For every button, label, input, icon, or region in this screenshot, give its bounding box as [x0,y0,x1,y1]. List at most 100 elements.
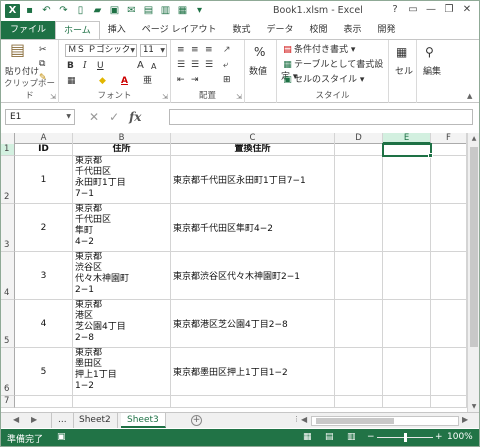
ribbon-display-icon[interactable]: ▭ [405,3,421,17]
italic-button[interactable]: I [83,60,87,72]
print-preview-icon[interactable]: ▣ [107,4,122,18]
cell-e2[interactable] [383,156,431,204]
tab-insert[interactable]: 挿入 [100,21,134,39]
tab-split-icon[interactable]: ⋮ [293,415,300,423]
picture-icon[interactable]: ▦ [175,4,190,18]
fill-handle[interactable] [428,153,433,158]
customize-qat-icon[interactable]: ▾ [192,4,207,18]
shrink-font-button[interactable]: A [151,61,156,73]
phonetic-icon[interactable]: 亜 [143,75,152,87]
cell-f4[interactable] [431,252,467,300]
tab-home[interactable]: ホーム [55,21,100,39]
cell-d1[interactable] [335,144,383,156]
cell-f2[interactable] [431,156,467,204]
clipboard-launcher-icon[interactable]: ⇲ [50,93,56,101]
underline-button[interactable]: U [97,60,104,72]
row-header-4[interactable]: 4 [1,252,15,300]
cell-b6[interactable]: 東京都 墨田区 押上1丁目 1−2 [73,348,171,396]
cell-e6[interactable] [383,348,431,396]
cell-f3[interactable] [431,204,467,252]
font-size-select[interactable]: 11 ▼ [140,44,167,57]
row-header-2[interactable]: 2 [1,156,15,204]
cell-d4[interactable] [335,252,383,300]
column-header-c[interactable]: C [171,133,335,144]
cell-f7[interactable] [431,396,467,408]
copy-icon[interactable]: ⧉ [39,58,45,70]
row-header-7[interactable]: 7 [1,396,15,408]
select-all-corner[interactable] [1,133,15,144]
sheet-tab-sheet2[interactable]: Sheet2 [73,413,118,428]
cell-f6[interactable] [431,348,467,396]
cell-d7[interactable] [335,396,383,408]
cell-c3[interactable]: 東京都千代田区隼町4−2 [171,204,335,252]
fill-color-icon[interactable]: ◆ [99,75,106,87]
align-right-icon[interactable]: ☰ [205,59,213,71]
page-break-view-icon[interactable]: ▥ [347,432,356,442]
horizontal-scroll-thumb[interactable] [316,418,394,424]
email-icon[interactable]: ✉ [124,4,139,18]
sheet-tab-ellipsis[interactable]: ... [51,413,74,428]
tab-data[interactable]: データ [258,21,301,39]
next-sheet-icon[interactable]: ▶ [31,415,37,424]
cell-c2[interactable]: 東京都千代田区永田町1丁目7−1 [171,156,335,204]
redo-icon[interactable]: ↷ [56,4,71,18]
grow-font-button[interactable]: A [137,60,144,72]
cell-b4[interactable]: 東京都 渋谷区 代々木神園町 2−1 [73,252,171,300]
cell-c1[interactable]: 置換住所 [171,144,335,156]
number-format-button[interactable]: 数値 [249,66,267,78]
column-header-b[interactable]: B [73,133,171,144]
borders-icon[interactable]: ▦ [67,75,76,87]
enter-formula-icon[interactable]: ✓ [109,110,119,124]
cut-icon[interactable]: ✂ [39,44,47,56]
collapse-ribbon-icon[interactable]: ▲ [467,90,472,102]
undo-icon[interactable]: ↶ [39,4,54,18]
editing-button[interactable]: 編集 [423,66,441,78]
open-file-icon[interactable]: ▰ [90,4,105,18]
conditional-formatting-button[interactable]: ▤ 条件付き書式 ▾ [281,44,355,56]
zoom-out-button[interactable]: − [367,432,375,442]
cell-c6[interactable]: 東京都墨田区押上1丁目1−2 [171,348,335,396]
alignment-launcher-icon[interactable]: ⇲ [236,93,242,101]
add-sheet-button[interactable]: + [191,415,202,426]
vertical-scrollbar[interactable]: ▲ ▼ [467,133,479,412]
sheet-tab-sheet3[interactable]: Sheet3 [121,413,166,428]
cell-e4[interactable] [383,252,431,300]
cell-a5[interactable]: 4 [15,300,73,348]
macro-record-icon[interactable]: ▣ [57,432,66,442]
align-bottom-icon[interactable]: ≡ [205,44,213,56]
row-header-1[interactable]: 1 [1,144,15,156]
help-icon[interactable]: ? [387,3,403,17]
column-header-d[interactable]: D [335,133,383,144]
cell-f5[interactable] [431,300,467,348]
merge-center-icon[interactable]: ⊞ [223,74,231,86]
percent-icon[interactable]: % [254,46,265,58]
font-launcher-icon[interactable]: ⇲ [162,93,168,101]
scroll-up-icon[interactable]: ▲ [468,135,479,142]
tab-page-layout[interactable]: ページ レイアウト [134,21,225,39]
tab-file[interactable]: ファイル [1,21,56,39]
row-header-5[interactable]: 5 [1,300,15,348]
align-center-icon[interactable]: ☰ [191,59,199,71]
quick-print-icon[interactable]: ▤ [141,4,156,18]
restore-icon[interactable]: ❐ [441,3,457,17]
bold-button[interactable]: B [67,60,74,72]
scroll-down-icon[interactable]: ▼ [468,403,479,410]
cell-a1[interactable]: ID [15,144,73,156]
new-file-icon[interactable]: ▯ [73,4,88,18]
cell-e3[interactable] [383,204,431,252]
cell-e7[interactable] [383,396,431,408]
excel-app-icon[interactable]: X [5,4,20,18]
cell-c7[interactable] [171,396,335,408]
cell-d2[interactable] [335,156,383,204]
wrap-text-icon[interactable]: ⤶ [223,59,228,71]
decrease-indent-icon[interactable]: ⇤ [177,74,185,86]
tab-developer[interactable]: 開発 [370,21,404,39]
zoom-slider-knob[interactable] [404,433,407,442]
orientation-icon[interactable]: ↗ [223,44,231,56]
cell-a4[interactable]: 3 [15,252,73,300]
worksheet-grid[interactable]: A B C D E F 1 2 3 4 5 6 7 ID 住所 置換住所 1 東… [1,133,479,412]
cell-a7[interactable] [15,396,73,408]
cell-a2[interactable]: 1 [15,156,73,204]
cells-button[interactable]: セル [395,66,413,78]
normal-view-icon[interactable]: ▦ [303,432,312,442]
